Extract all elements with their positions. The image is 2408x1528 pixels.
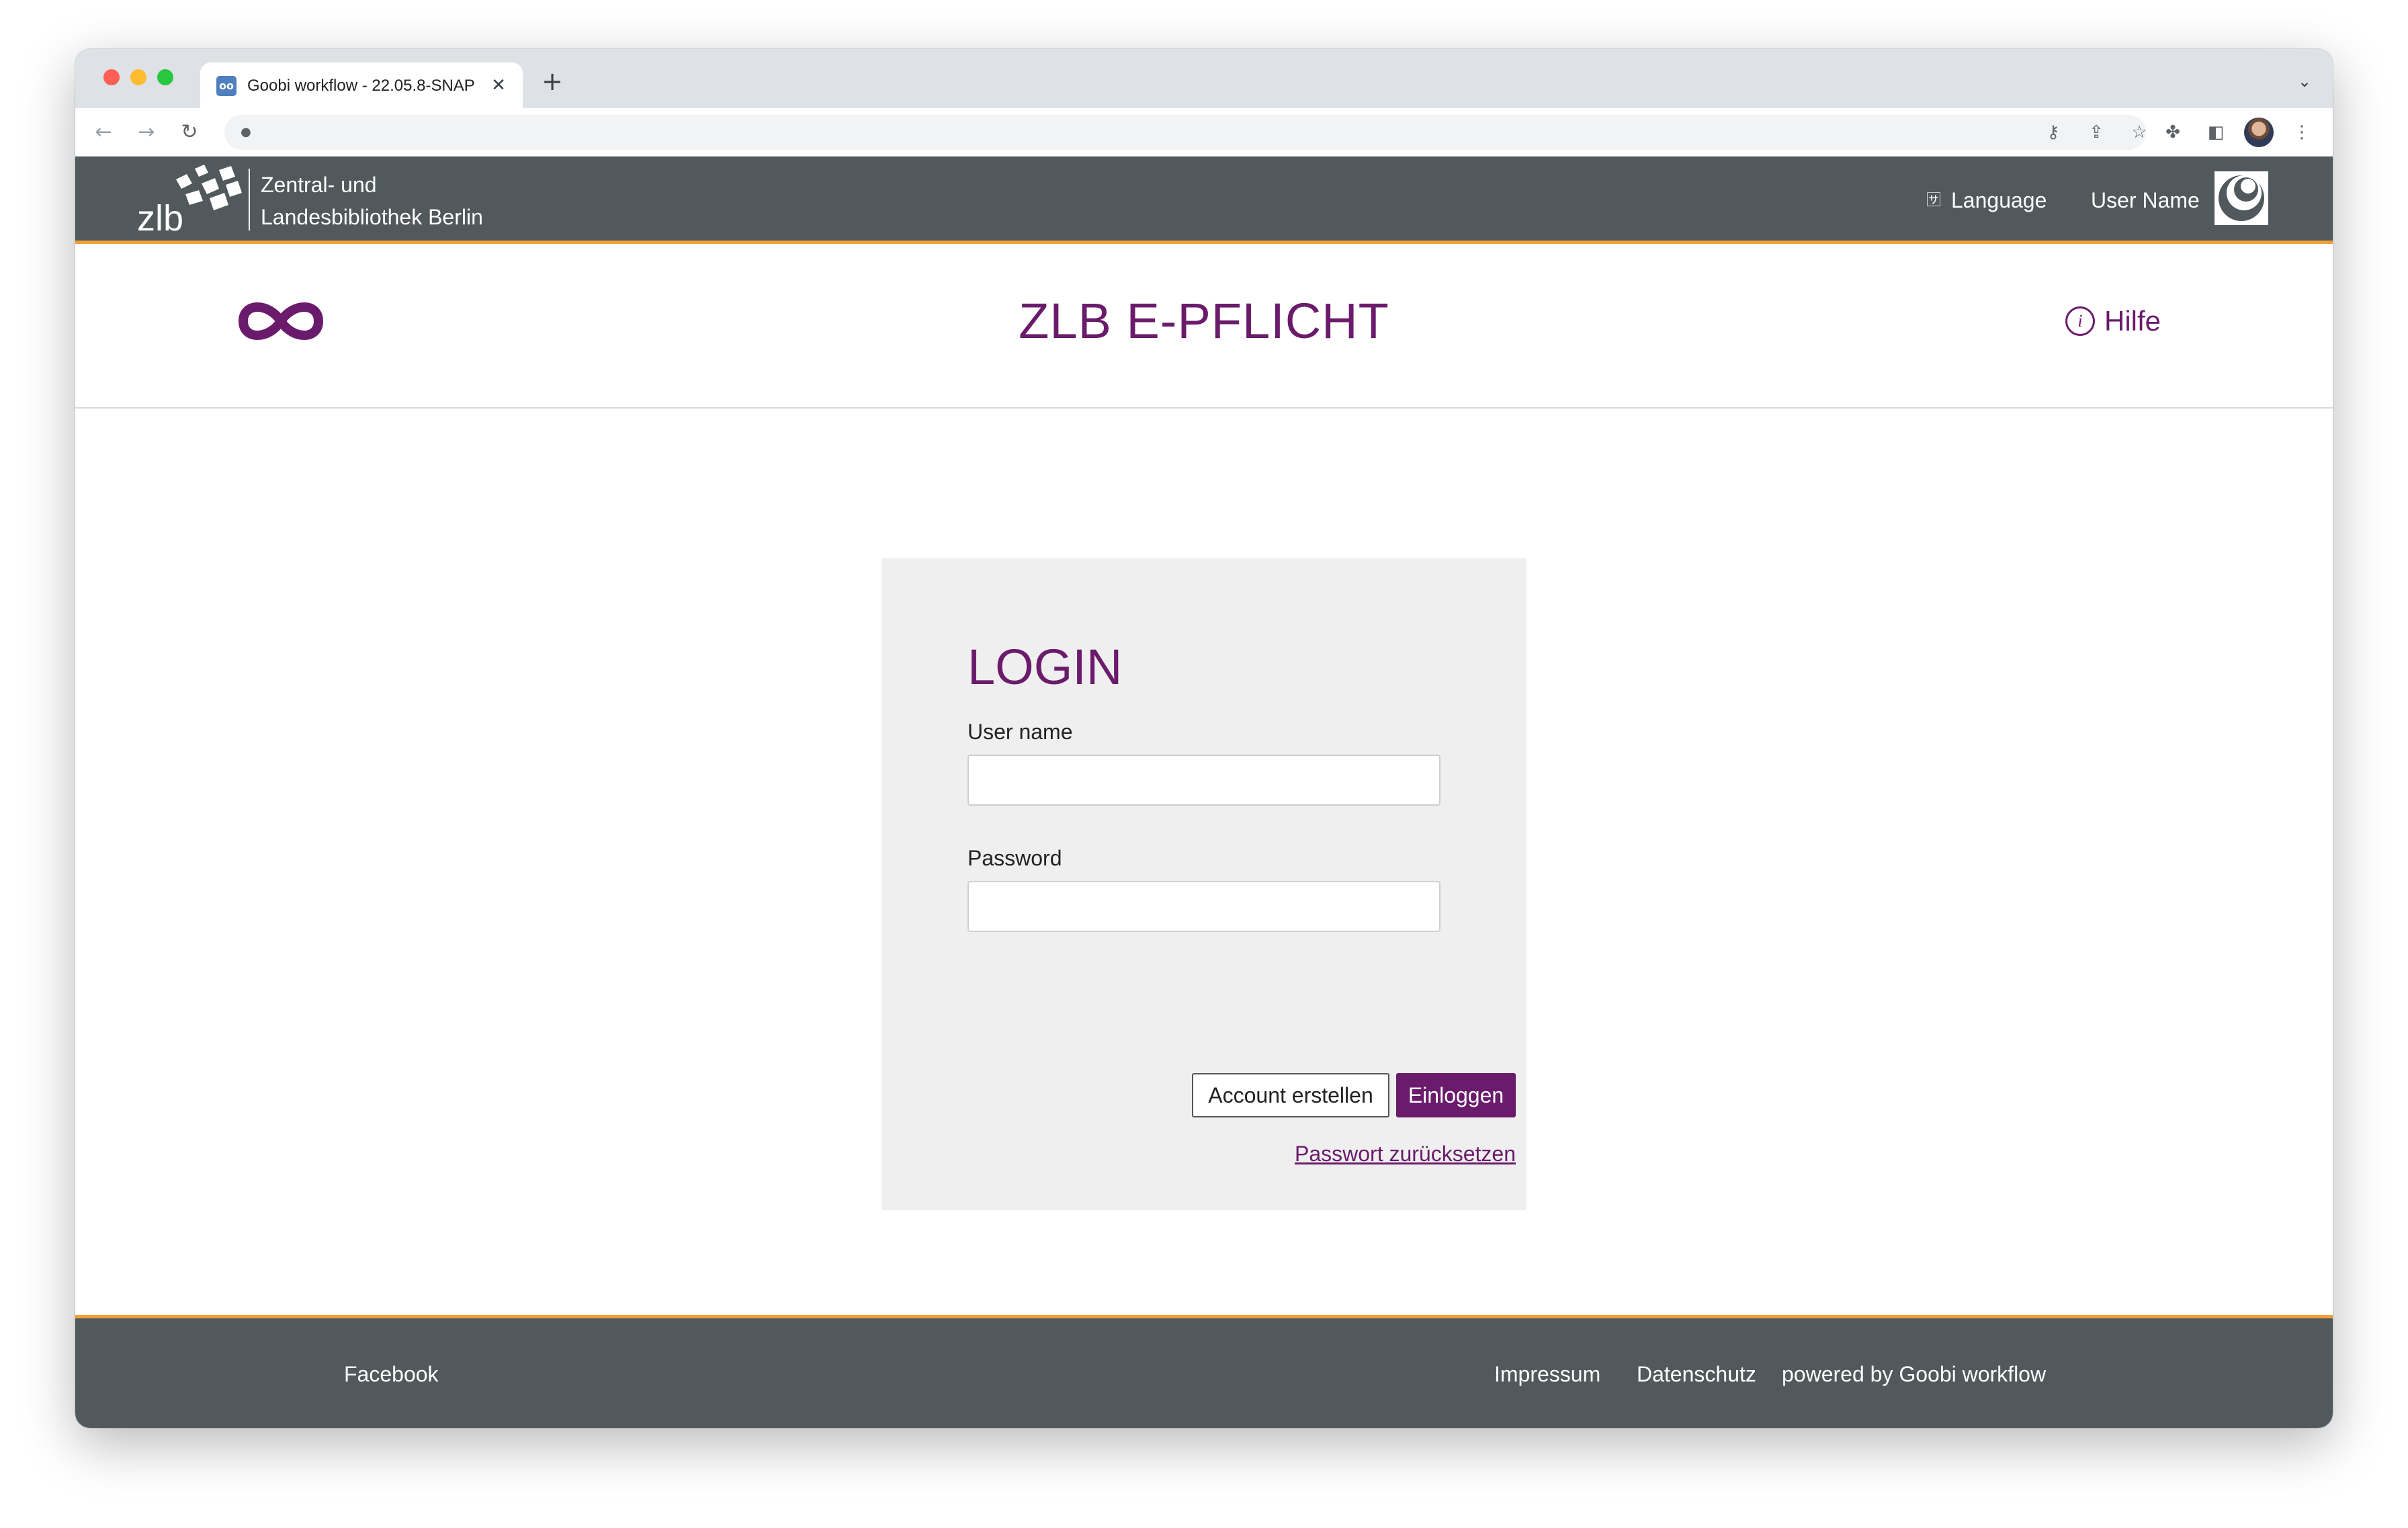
create-account-button[interactable]: Account erstellen (1192, 1073, 1389, 1117)
tab-title: Goobi workflow - 22.05.8-SNAPSHOT (247, 77, 476, 95)
window-minimize-button[interactable] (130, 69, 146, 85)
password-input[interactable] (968, 881, 1440, 932)
address-bar[interactable]: ● ⚷ ⇪ ☆ (224, 115, 2147, 150)
key-icon[interactable]: ⚷ (2038, 118, 2068, 147)
site-footer: Facebook Impressum Datenschutz powered b… (75, 1315, 2333, 1428)
language-label: Language (1951, 187, 2047, 212)
tab-close-icon[interactable]: ✕ (486, 73, 511, 97)
bookmark-star-icon[interactable]: ☆ (2124, 118, 2154, 147)
footer-powered-by-link[interactable]: powered by Goobi workflow (1782, 1357, 2046, 1391)
footer-facebook-link[interactable]: Facebook (344, 1357, 439, 1391)
username-label: User name (968, 720, 1073, 744)
footer-datenschutz-link[interactable]: Datenschutz (1637, 1357, 1756, 1391)
window-close-button[interactable] (103, 69, 120, 85)
institution-name-line2: Landesbibliothek Berlin (261, 205, 483, 229)
user-avatar[interactable] (2214, 171, 2268, 225)
extensions-puzzle-icon[interactable]: ✤ (2158, 118, 2188, 147)
browser-toolbar: ← → ↻ ● ⚷ ⇪ ☆ ✤ ◧ ⋮ (75, 108, 2333, 157)
profile-avatar[interactable] (2244, 118, 2274, 147)
lock-icon[interactable]: ● (238, 124, 254, 140)
goobi-favicon-icon: oo (216, 76, 236, 96)
window-zoom-button[interactable] (157, 69, 173, 85)
infinity-logo-icon[interactable] (234, 288, 328, 355)
institution-name-line1: Zentral- und (261, 173, 377, 197)
browser-tab[interactable]: oo Goobi workflow - 22.05.8-SNAPSHOT ✕ (200, 62, 523, 108)
login-title: LOGIN (968, 639, 1123, 695)
site-header: zlb Zentral- und Landesbibliothek Berlin… (75, 157, 2333, 244)
footer-impressum-link[interactable]: Impressum (1494, 1357, 1600, 1391)
chrome-menu-icon[interactable]: ⋮ (2287, 118, 2317, 147)
username-input[interactable] (968, 755, 1440, 806)
password-label: Password (968, 846, 1062, 870)
tab-search-chevron-down-icon[interactable]: ⌄ (2291, 68, 2318, 95)
forward-arrow-icon[interactable]: → (132, 118, 161, 147)
reset-password-link[interactable]: Passwort zurücksetzen (1217, 1138, 1516, 1170)
app-header: ZLB E-PFLICHT i Hilfe (75, 247, 2333, 409)
login-button[interactable]: Einloggen (1396, 1073, 1516, 1117)
zlb-logo[interactable]: zlb (137, 163, 245, 237)
new-tab-icon[interactable]: + (539, 68, 566, 95)
user-name[interactable]: User Name (2091, 183, 2200, 217)
share-icon[interactable]: ⇪ (2081, 118, 2111, 147)
institution-name: Zentral- und Landesbibliothek Berlin (261, 169, 543, 233)
browser-titlebar: oo Goobi workflow - 22.05.8-SNAPSHOT ✕ +… (75, 49, 2333, 108)
back-arrow-icon[interactable]: ← (89, 118, 118, 147)
translate-icon: 🈂 (1926, 192, 1941, 208)
app-title: ZLB E-PFLICHT (1019, 293, 1389, 349)
side-panel-icon[interactable]: ◧ (2201, 118, 2231, 147)
browser-window: oo Goobi workflow - 22.05.8-SNAPSHOT ✕ +… (75, 49, 2333, 1428)
info-icon: i (2065, 306, 2095, 336)
help-link[interactable]: i Hilfe (2065, 300, 2161, 343)
zlb-logo-text: zlb (137, 198, 183, 237)
help-label: Hilfe (2104, 305, 2161, 337)
language-menu[interactable]: 🈂 Language (1922, 183, 2047, 217)
login-card: LOGIN User name Password Account erstell… (882, 558, 1526, 1210)
reload-icon[interactable]: ↻ (175, 118, 204, 147)
logo-divider (249, 169, 250, 230)
